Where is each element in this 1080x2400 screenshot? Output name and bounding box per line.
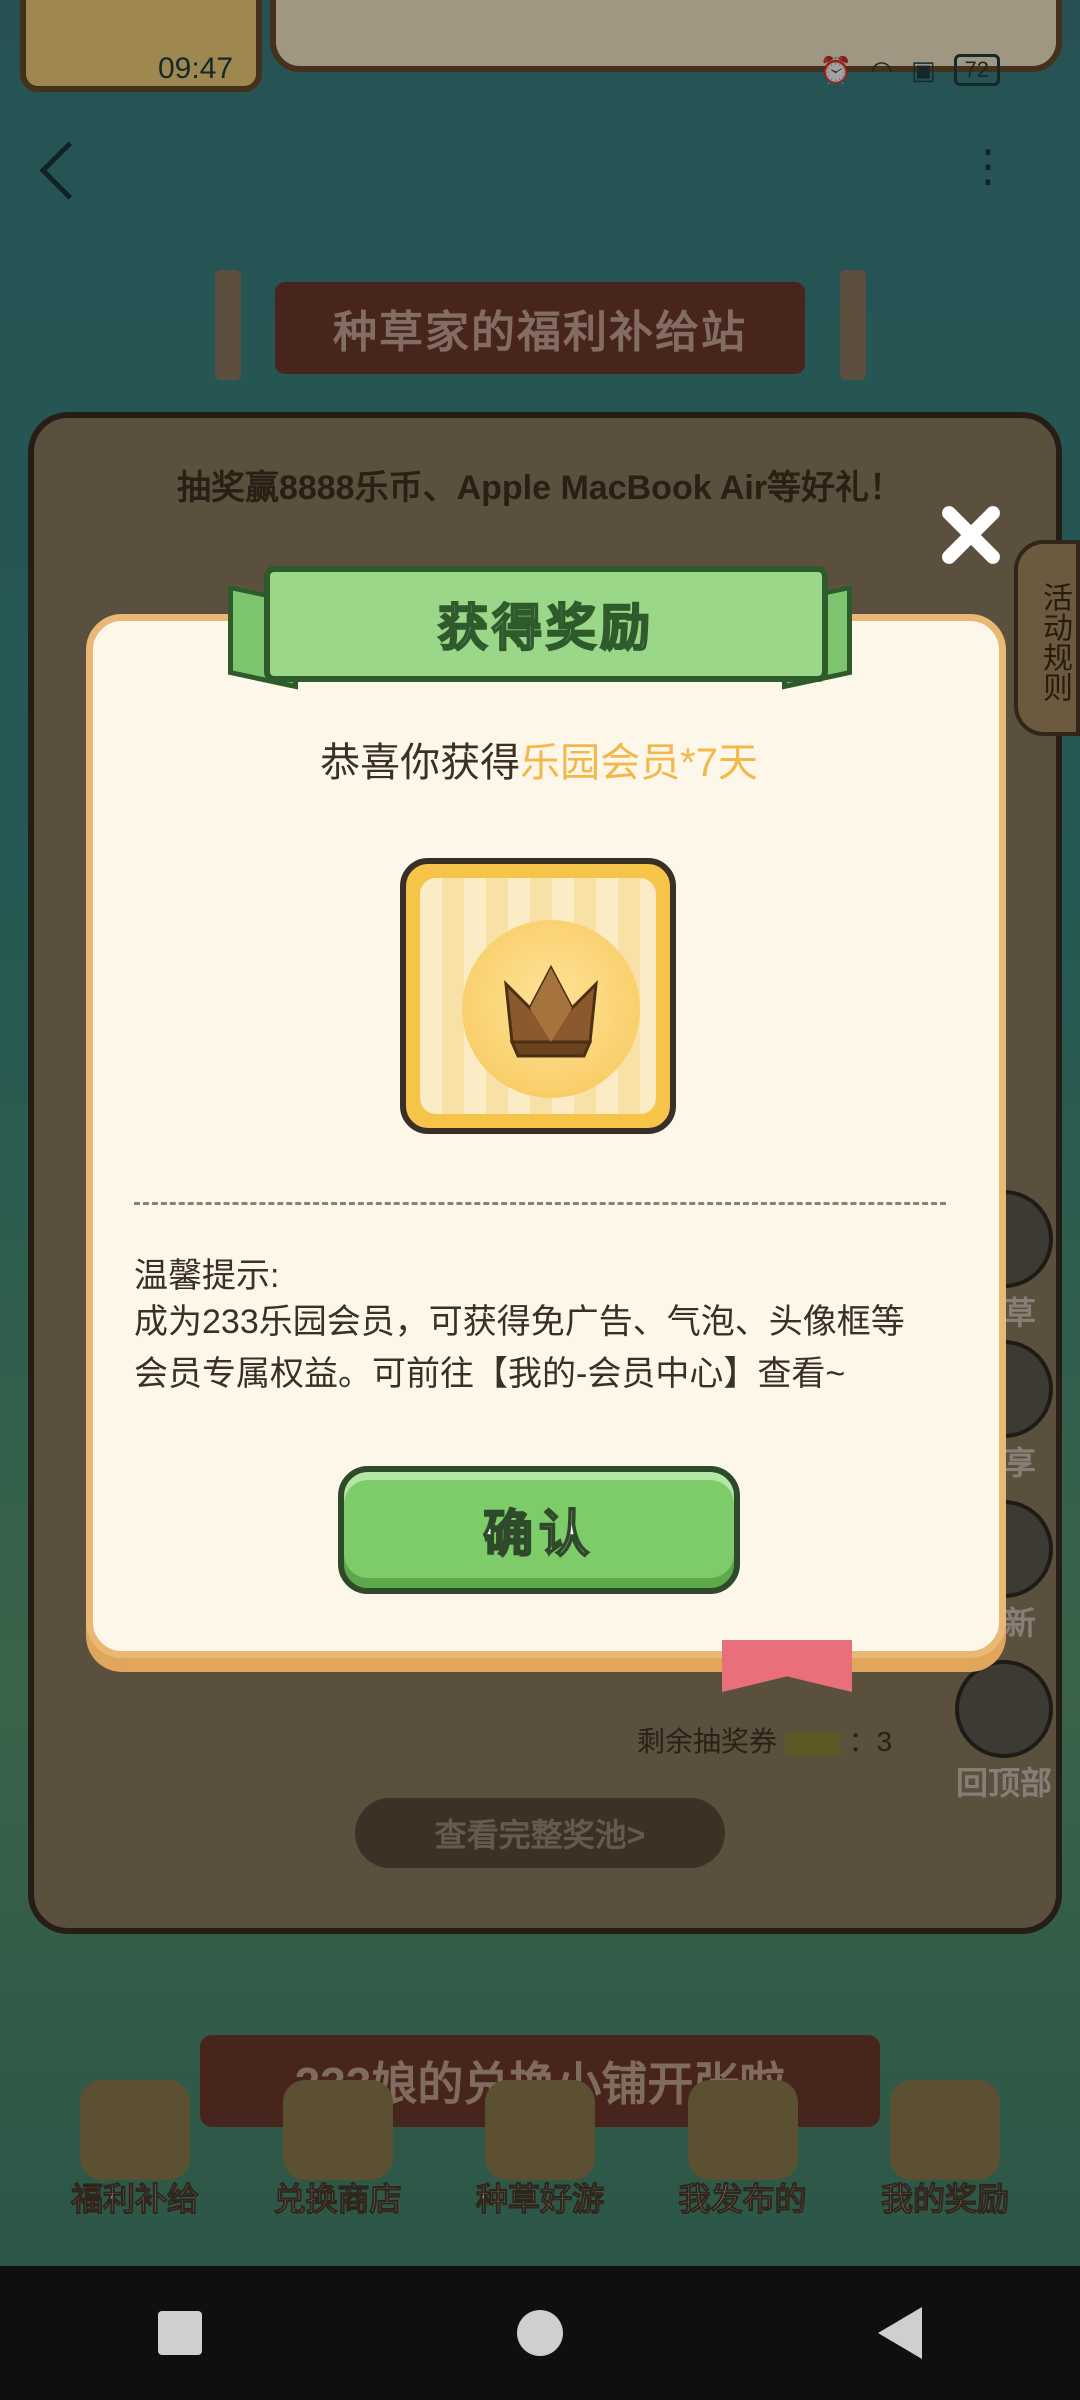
- close-icon[interactable]: [930, 495, 1010, 575]
- tip-body: 成为233乐园会员，可获得免广告、气泡、头像框等会员专属权益。可前往【我的-会员…: [134, 1303, 905, 1393]
- divider: [134, 1202, 946, 1205]
- home-icon[interactable]: [516, 2310, 563, 2356]
- reward-item-card: [400, 858, 676, 1134]
- confirm-label: 确认: [482, 1505, 595, 1563]
- system-navigation-bar: [0, 2266, 1080, 2400]
- tip-title: 温馨提示:: [134, 1257, 280, 1295]
- reward-coin: [462, 920, 640, 1098]
- congrats-text: 恭喜你获得乐园会员*7天: [86, 730, 992, 788]
- recent-apps-icon[interactable]: [157, 2311, 202, 2355]
- back-icon[interactable]: [878, 2307, 923, 2359]
- dialog-title: 获得奖励: [437, 599, 654, 657]
- reward-name: 乐园会员*7天: [520, 741, 758, 785]
- confirm-button[interactable]: 确认: [338, 1466, 740, 1594]
- reward-card-background: [420, 878, 656, 1114]
- ribbon-body: 获得奖励: [264, 566, 828, 682]
- congrats-prefix: 恭喜你获得: [320, 741, 521, 785]
- dialog-title-ribbon: 获得奖励: [228, 566, 852, 690]
- crown-icon: [504, 964, 598, 1058]
